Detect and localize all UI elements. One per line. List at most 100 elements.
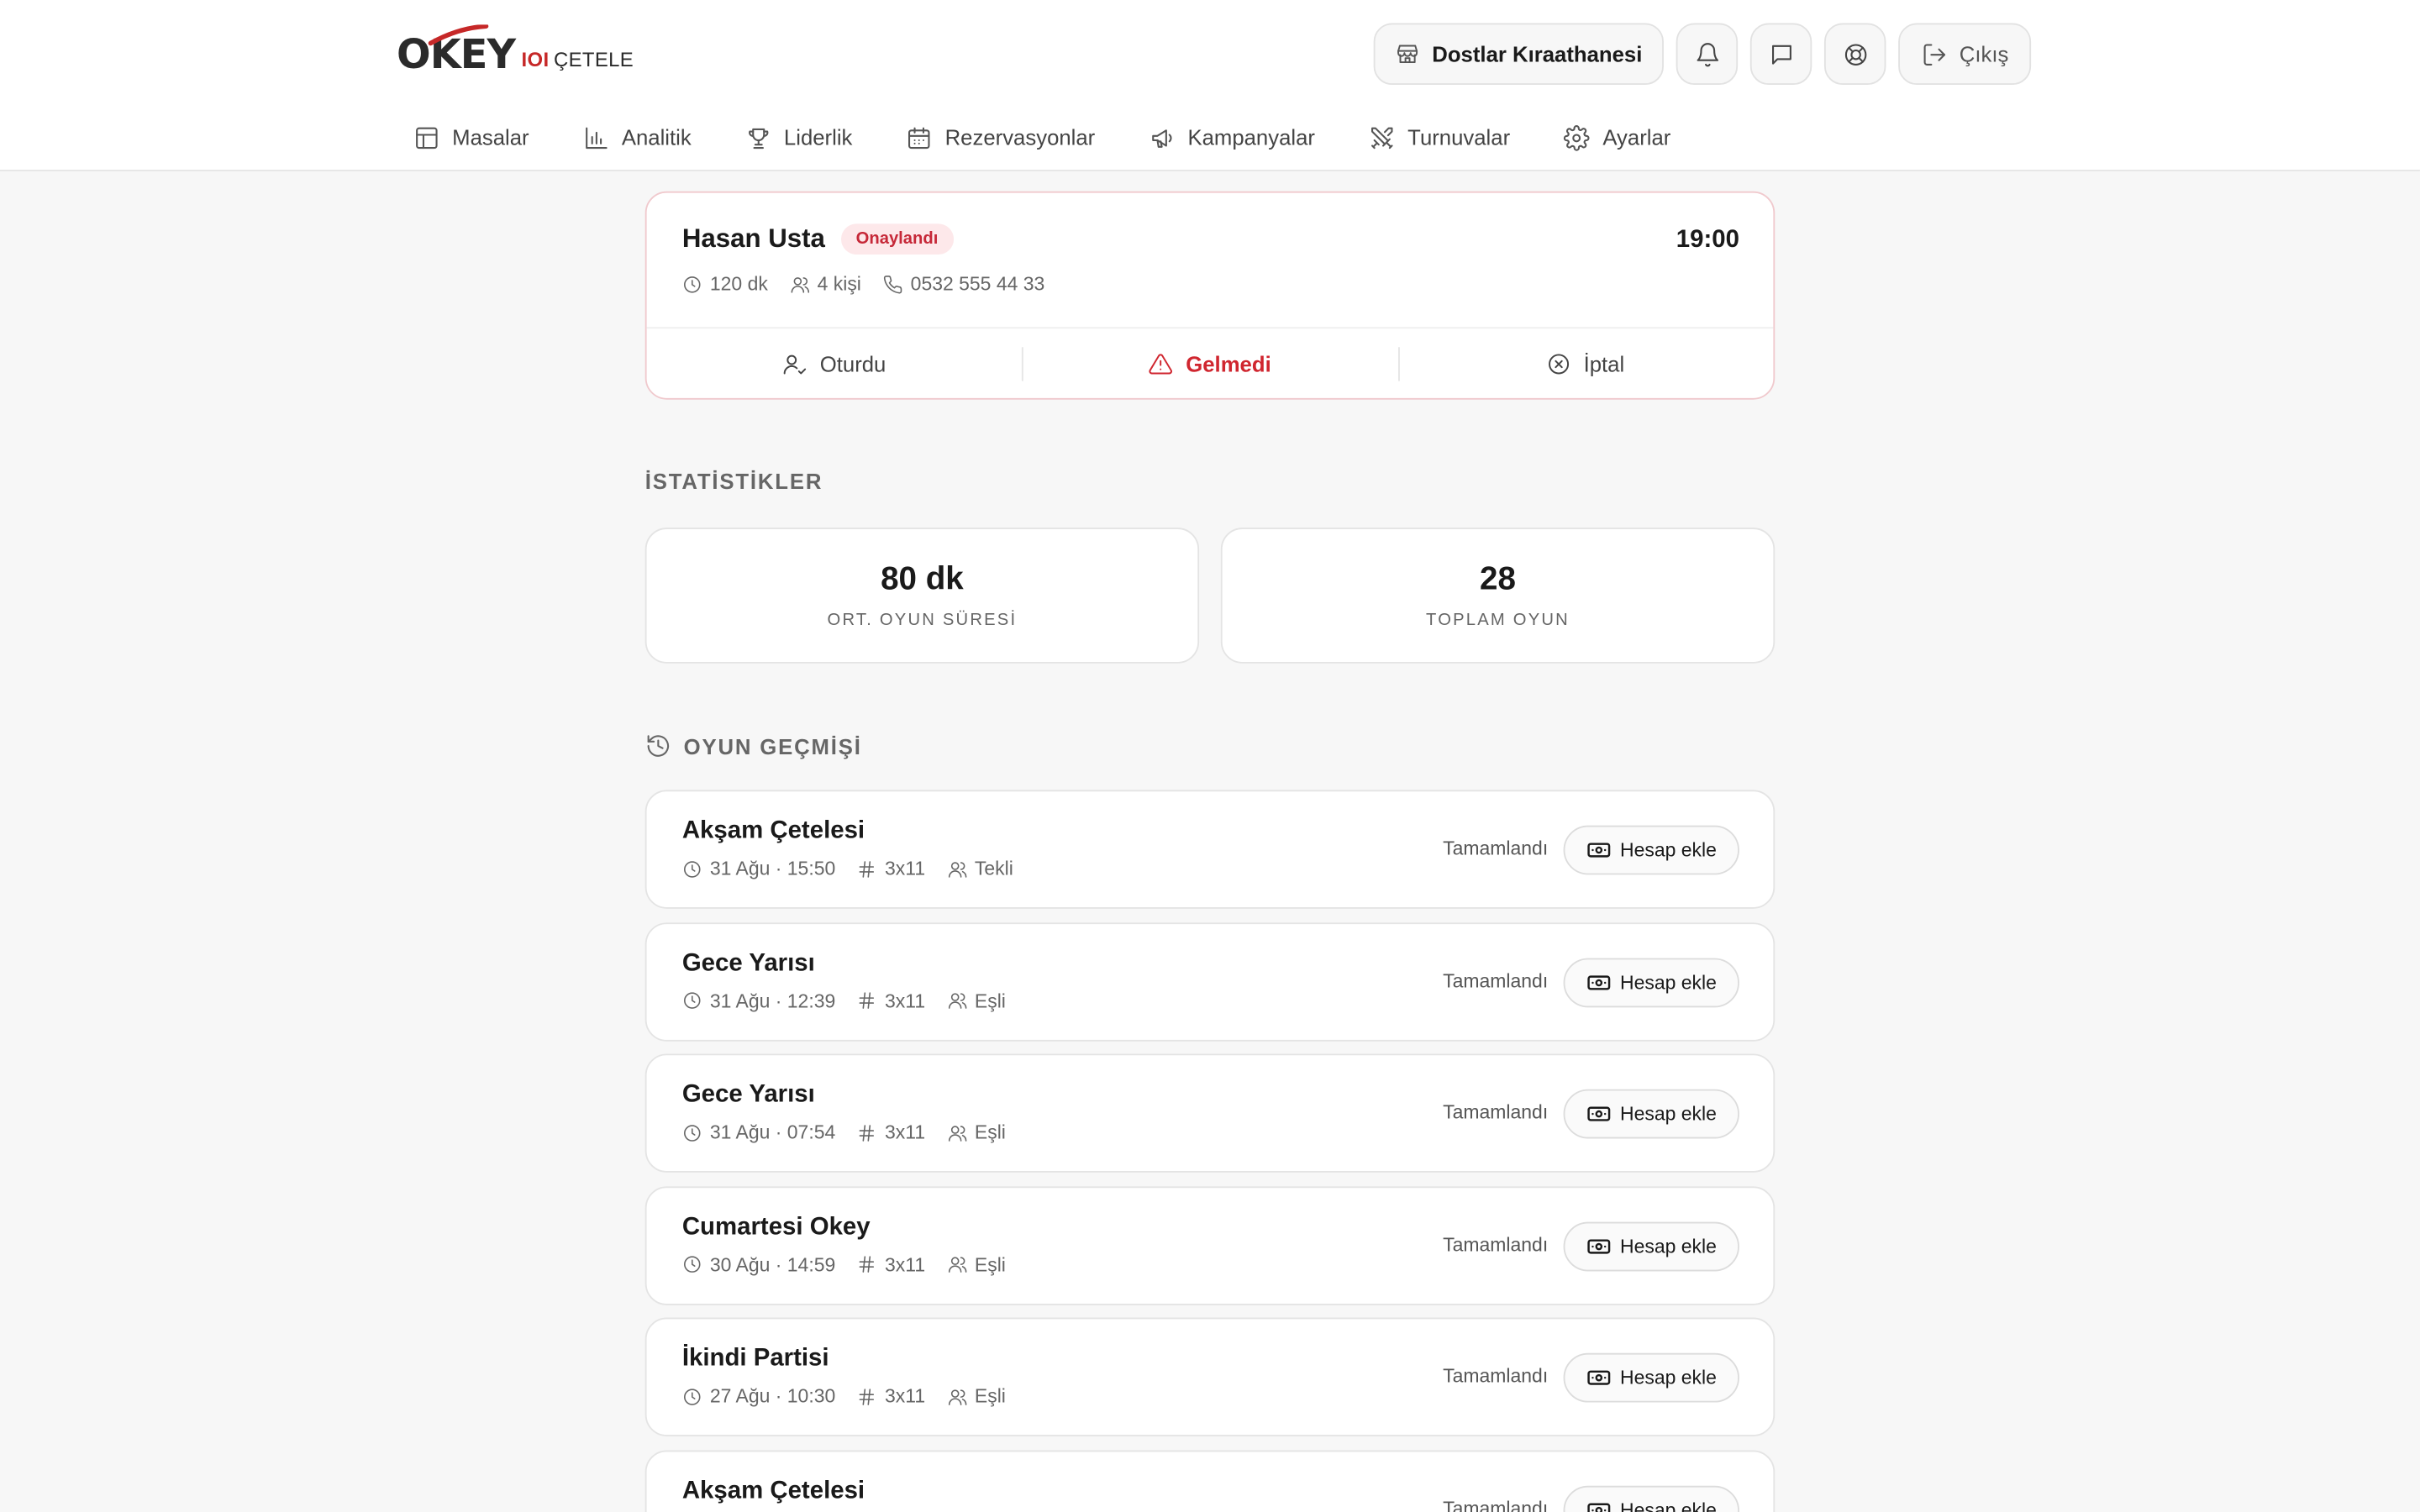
logo-subtitle: IOI ÇETELE (522, 48, 634, 71)
game-format: 3x11 (885, 1121, 926, 1144)
avg-duration-label: ORT. OYUN SÜRESİ (827, 611, 1018, 630)
clock-icon (684, 1124, 701, 1142)
add-bill-label: Hesap ekle (1620, 1103, 1717, 1126)
hash-icon (860, 992, 875, 1010)
game-date-meta: 31 Ağu · 07:54 (682, 1121, 836, 1144)
store-icon (1397, 45, 1418, 64)
support-button[interactable] (1823, 23, 1886, 86)
nav-item-rezervasyonlar[interactable]: Rezervasyonlar (907, 120, 1095, 154)
nav-item-liderlik[interactable]: Liderlik (745, 120, 852, 154)
banknote-icon (1586, 974, 1610, 990)
game-title: İkindi Partisi (681, 1346, 829, 1373)
cancel-label: İptal (1583, 351, 1625, 377)
history-icon (647, 735, 670, 757)
game-date-meta: 27 Ağu · 10:30 (682, 1386, 835, 1408)
nav-label: Analitik (621, 124, 692, 150)
game-title: Akşam Çetelesi (681, 1478, 865, 1504)
game-row[interactable]: İkindi Partisi 27 Ağu · 10:30 3x11 Eşli … (644, 1318, 1776, 1437)
game-meta: 30 Ağu · 14:59 3x11 Eşli (682, 1254, 1006, 1276)
add-bill-button[interactable]: Hesap ekle (1563, 1089, 1739, 1139)
stats-title-text: İSTATİSTİKLER (644, 469, 823, 494)
duration-text: 120 dk (709, 273, 768, 295)
game-date: 27 Ağu · 10:30 (709, 1386, 836, 1408)
people-meta: 4 kişi (790, 273, 861, 295)
reservation-meta: 120 dk 4 kişi 0532 555 44 33 (682, 273, 1044, 295)
noshow-button[interactable]: Gelmedi (1022, 328, 1397, 399)
clock-icon (684, 1389, 701, 1405)
game-status: Tamamlandı (1443, 1101, 1549, 1124)
game-row[interactable]: Gece Yarısı 31 Ağu · 12:39 3x11 Eşli Tam… (644, 921, 1776, 1042)
add-bill-button[interactable]: Hesap ekle (1563, 957, 1739, 1007)
add-bill-label: Hesap ekle (1620, 971, 1717, 994)
game-title: Gece Yarısı (681, 1081, 815, 1109)
add-bill-button[interactable]: Hesap ekle (1563, 825, 1739, 875)
game-format-meta: 3x11 (857, 1121, 926, 1144)
game-row[interactable]: Cumartesi Okey 30 Ağu · 14:59 3x11 Eşli … (644, 1186, 1776, 1305)
top-header: OKEY IOI ÇETELE Dostlar Kıraathanesi Çıkı… (0, 0, 2420, 171)
game-date-meta: 30 Ağu · 14:59 (682, 1254, 835, 1276)
phone-meta[interactable]: 0532 555 44 33 (883, 273, 1044, 295)
nav-item-kampanyalar[interactable]: Kampanyalar (1150, 120, 1315, 154)
nav-label: Kampanyalar (1187, 124, 1315, 150)
add-bill-button[interactable]: Hesap ekle (1563, 1485, 1739, 1512)
add-bill-label: Hesap ekle (1620, 839, 1717, 861)
avg-duration-card: 80 dk ORT. OYUN SÜRESİ (644, 528, 1200, 664)
user-check-icon (784, 354, 807, 375)
banknote-icon (1586, 1239, 1610, 1254)
game-meta: 31 Ağu · 15:50 3x11 Tekli (682, 858, 1013, 879)
seated-button[interactable]: Oturdu (647, 328, 1023, 399)
people-text: 4 kişi (817, 273, 861, 295)
nav-item-analitik[interactable]: Analitik (583, 120, 692, 154)
add-bill-button[interactable]: Hesap ekle (1563, 1353, 1739, 1404)
users-icon (948, 861, 966, 877)
app-root: OKEY IOI ÇETELE Dostlar Kıraathanesi Çıkı… (0, 0, 2420, 1512)
users-icon (948, 1389, 966, 1405)
swords-icon (1371, 126, 1393, 149)
users-icon (948, 993, 966, 1010)
game-row[interactable]: Akşam Çetelesi Tamamlandı Hesap ekle (644, 1450, 1776, 1512)
users-icon (790, 276, 809, 292)
venue-name: Dostlar Kıraathanesi (1432, 41, 1643, 66)
banknote-icon (1586, 843, 1610, 858)
app-logo[interactable]: OKEY IOI ÇETELE (397, 24, 634, 81)
game-row[interactable]: Gece Yarısı 31 Ağu · 07:54 3x11 Eşli Tam… (644, 1053, 1776, 1173)
messages-button[interactable] (1749, 23, 1812, 86)
game-row[interactable]: Akşam Çetelesi 31 Ağu · 15:50 3x11 Tekli… (644, 790, 1776, 909)
logout-icon (1923, 43, 1945, 66)
nav-label: Ayarlar (1602, 124, 1671, 150)
nav-item-ayarlar[interactable]: Ayarlar (1564, 120, 1670, 154)
game-date-meta: 31 Ağu · 15:50 (682, 858, 835, 879)
nav-item-masalar[interactable]: Masalar (413, 120, 529, 154)
status-badge: Onaylandı (840, 223, 954, 255)
logo-sub-text: ÇETELE (553, 47, 634, 71)
game-title: Cumartesi Okey (681, 1214, 871, 1241)
calendar-icon (908, 126, 931, 149)
add-bill-label: Hesap ekle (1620, 1235, 1717, 1257)
nav-label: Liderlik (783, 124, 853, 150)
game-date: 31 Ağu · 07:54 (709, 1121, 836, 1144)
cancel-button[interactable]: İptal (1397, 328, 1773, 399)
noshow-label: Gelmedi (1186, 351, 1271, 377)
hash-icon (860, 1256, 875, 1273)
banknote-icon (1586, 1106, 1610, 1122)
lifebuoy-icon (1844, 43, 1866, 66)
venue-button[interactable]: Dostlar Kıraathanesi (1373, 23, 1664, 86)
hash-icon (860, 1389, 875, 1405)
game-date: 31 Ağu · 15:50 (709, 858, 836, 879)
reservation-name: Hasan Usta (681, 223, 825, 254)
reservation-card: Hasan Usta Onaylandı 19:00 120 dk 4 kişi… (644, 191, 1776, 400)
notifications-button[interactable] (1676, 23, 1739, 86)
trophy-icon (748, 128, 769, 149)
game-title: Gece Yarısı (681, 949, 815, 976)
game-status: Tamamlandı (1443, 837, 1549, 860)
reservation-time: 19:00 (1676, 226, 1739, 254)
game-date: 31 Ağu · 12:39 (709, 990, 836, 1012)
logout-button[interactable]: Çıkış (1898, 23, 2032, 86)
seated-label: Oturdu (819, 351, 886, 377)
nav-item-turnuvalar[interactable]: Turnuvalar (1369, 120, 1510, 154)
game-format: 3x11 (885, 1386, 926, 1408)
add-bill-button[interactable]: Hesap ekle (1563, 1221, 1739, 1272)
stats-title: İSTATİSTİKLER (645, 469, 823, 493)
game-mode-meta: Eşli (947, 1122, 1006, 1143)
hash-icon (860, 1124, 875, 1142)
